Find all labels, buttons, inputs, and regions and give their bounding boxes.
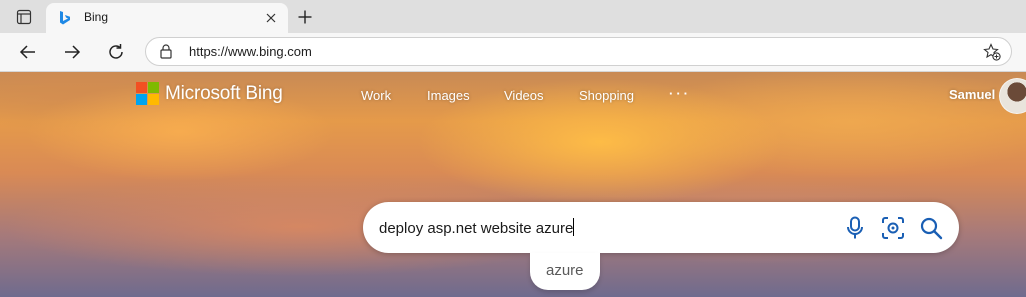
tab-strip: Bing — [0, 0, 1026, 33]
nav-videos[interactable]: Videos — [504, 88, 544, 103]
close-icon — [266, 13, 276, 23]
search-icon — [920, 217, 943, 240]
address-bar[interactable]: https://www.bing.com — [145, 37, 1012, 66]
tab-title: Bing — [84, 10, 109, 24]
nav-work[interactable]: Work — [361, 88, 391, 103]
visual-search-icon — [882, 217, 904, 239]
back-button[interactable] — [15, 39, 41, 65]
new-tab-button[interactable] — [293, 5, 317, 29]
tab-bing[interactable]: Bing — [46, 3, 288, 33]
logo-text: Microsoft Bing — [165, 82, 283, 104]
autocomplete-suggestion[interactable]: azure — [530, 253, 600, 290]
refresh-button[interactable] — [103, 39, 129, 65]
logo-square-green — [148, 82, 159, 93]
microsoft-logo-icon — [136, 82, 159, 105]
nav-shopping[interactable]: Shopping — [579, 88, 634, 103]
bing-favicon-icon — [60, 11, 70, 25]
user-name[interactable]: Samuel — [949, 87, 995, 102]
tab-close-button[interactable] — [263, 10, 279, 26]
microphone-icon — [847, 216, 863, 239]
plus-icon — [298, 10, 312, 24]
url-text[interactable]: https://www.bing.com — [189, 44, 312, 59]
arrow-right-icon — [65, 45, 81, 59]
bing-homepage: Microsoft Bing Work Images Videos Shoppi… — [0, 72, 1026, 297]
refresh-icon — [109, 44, 123, 59]
nav-images[interactable]: Images — [427, 88, 470, 103]
tab-actions-button[interactable] — [10, 5, 38, 29]
suggestion-text: azure — [546, 262, 584, 279]
forward-button[interactable] — [59, 39, 85, 65]
browser-toolbar: https://www.bing.com — [0, 33, 1026, 72]
search-query: deploy asp.net website azure — [379, 220, 574, 237]
text-caret — [573, 218, 575, 236]
tab-actions-icon — [16, 9, 32, 25]
lock-icon — [160, 44, 172, 59]
avatar[interactable] — [999, 78, 1026, 114]
logo-square-yellow — [148, 94, 159, 105]
add-favorite-icon[interactable] — [983, 43, 1001, 61]
visual-search-button[interactable] — [880, 215, 906, 241]
search-button[interactable] — [918, 215, 944, 241]
search-input[interactable]: deploy asp.net website azure — [379, 218, 575, 237]
search-box[interactable]: deploy asp.net website azure — [363, 202, 959, 253]
browser-window: Bing https://www.bing.com Microsoft Bing… — [0, 0, 1026, 297]
more-menu-button[interactable]: ··· — [669, 86, 691, 101]
arrow-left-icon — [19, 45, 35, 59]
logo-square-blue — [136, 94, 147, 105]
voice-search-button[interactable] — [842, 215, 868, 241]
logo-square-red — [136, 82, 147, 93]
microsoft-bing-logo[interactable]: Microsoft Bing — [136, 82, 283, 105]
